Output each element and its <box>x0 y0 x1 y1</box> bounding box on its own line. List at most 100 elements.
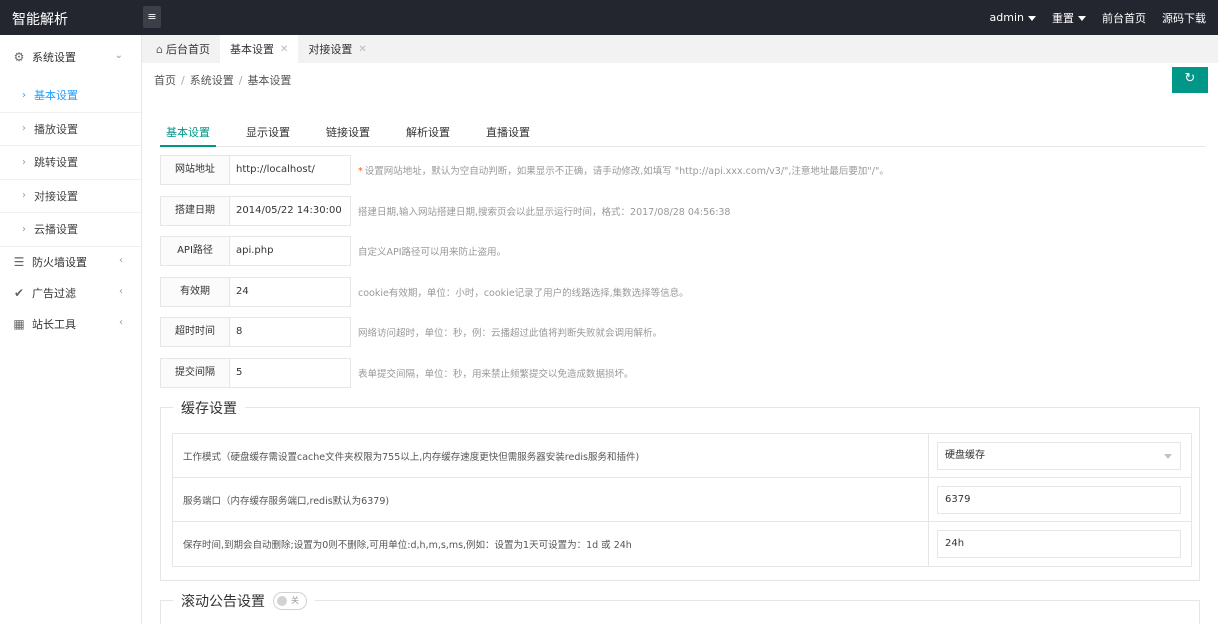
api-path-input[interactable]: api.php <box>230 236 351 266</box>
header-nav: admin 重置 前台首页 源码下载 <box>990 0 1206 35</box>
sidebar-item-cloud[interactable]: › 云播设置 <box>0 213 141 247</box>
timeout-input[interactable]: 8 <box>230 317 351 347</box>
sidebar-group-firewall[interactable]: ☰ 防火墙设置 ‹ <box>0 247 141 278</box>
sidebar-group-label: 系统设置 <box>32 51 76 64</box>
tab-home[interactable]: ⌂ 后台首页 <box>146 35 220 63</box>
breadcrumb: 首页 / 系统设置 / 基本设置 <box>154 72 291 88</box>
form-row-build-date: 搭建日期 2014/05/22 14:30:00 搭建日期,输入网站搭建日期,搜… <box>160 195 1205 226</box>
user-menu[interactable]: admin <box>990 11 1036 24</box>
field-label: 搭建日期 <box>160 195 230 226</box>
sidebar-item-label: 跳转设置 <box>34 156 78 170</box>
sidebar-item-dock[interactable]: › 对接设置 <box>0 180 141 213</box>
table-cell: 硬盘缓存 <box>929 434 1191 477</box>
breadcrumb-system[interactable]: 系统设置 <box>190 74 234 87</box>
breadcrumb-home[interactable]: 首页 <box>154 74 176 87</box>
grid-icon: ▦ <box>13 317 25 331</box>
chevron-left-icon: ‹ <box>119 285 123 297</box>
chevron-left-icon: ‹ <box>119 254 123 266</box>
notice-settings-title: 滚动公告设置 关 <box>173 591 315 611</box>
sidebar-group-tools[interactable]: ▦ 站长工具 ‹ <box>0 309 141 340</box>
cache-settings-table: 工作模式（硬盘缓存需设置cache文件夹权限为755以上,内存缓存速度更快但需服… <box>172 433 1192 567</box>
reset-label: 重置 <box>1052 11 1074 25</box>
sidebar-item-basic[interactable]: › 基本设置 <box>0 79 141 113</box>
settings-subtabs: 基本设置 显示设置 链接设置 解析设置 直播设置 <box>160 120 1205 147</box>
table-cell: 24h <box>929 522 1191 566</box>
cache-ttl-input[interactable]: 24h <box>937 530 1181 558</box>
field-hint: 自定义API路径可以用来防止盗用。 <box>358 247 507 258</box>
subtab-display[interactable]: 显示设置 <box>240 120 296 146</box>
subtab-link[interactable]: 链接设置 <box>320 120 376 146</box>
check-circle-icon: ✔ <box>13 286 25 300</box>
sidebar-group-label: 防火墙设置 <box>32 256 87 269</box>
breadcrumb-current: 基本设置 <box>247 74 292 87</box>
sidebar-group-ad[interactable]: ✔ 广告过滤 ‹ <box>0 278 141 309</box>
form-row-site-url: 网站地址 http://localhost/ * 设置网站地址，默认为空自动判断，… <box>160 155 1205 185</box>
subtab-basic[interactable]: 基本设置 <box>160 120 216 147</box>
cache-mode-label: 工作模式（硬盘缓存需设置cache文件夹权限为755以上,内存缓存速度更快但需服… <box>173 434 929 477</box>
sidebar-group-system[interactable]: ⚙ 系统设置 ⌄ <box>0 35 141 79</box>
page-tabs: ⌂ 后台首页 基本设置 ✕ 对接设置 ✕ <box>142 35 1218 63</box>
reset-menu[interactable]: 重置 <box>1052 10 1086 26</box>
field-label: API路径 <box>160 236 230 266</box>
submit-interval-input[interactable]: 5 <box>230 357 351 388</box>
sidebar-item-play[interactable]: › 播放设置 <box>0 113 141 146</box>
subtab-parse[interactable]: 解析设置 <box>400 120 456 146</box>
sidebar-item-jump[interactable]: › 跳转设置 <box>0 146 141 180</box>
field-hint: cookie有效期，单位：小时，cookie记录了用户的线路选择,集数选择等信息… <box>358 287 689 299</box>
front-page-link[interactable]: 前台首页 <box>1102 10 1146 26</box>
field-hint: 网络访问超时，单位：秒，例：云播超过此值将判断失败就会调用解析。 <box>358 328 663 339</box>
chevron-down-icon <box>1028 15 1036 21</box>
sidebar-group-label: 广告过滤 <box>32 287 76 300</box>
form-row-api-path: API路径 api.php 自定义API路径可以用来防止盗用。 <box>160 236 1205 266</box>
form-row-timeout: 超时时间 8 网络访问超时，单位：秒，例：云播超过此值将判断失败就会调用解析。 <box>160 317 1205 347</box>
tab-label: 后台首页 <box>165 43 210 56</box>
notice-toggle[interactable]: 关 <box>273 592 307 610</box>
main-content: 首页 / 系统设置 / 基本设置 ↻ 基本设置 显示设置 链接设置 解析设置 直播设置 … <box>142 63 1218 624</box>
validity-input[interactable]: 24 <box>230 276 351 307</box>
chevron-right-icon: › <box>22 89 26 101</box>
chevron-left-icon: ‹ <box>119 316 123 328</box>
tab-basic[interactable]: 基本设置 ✕ <box>219 35 299 63</box>
breadcrumb-separator: / <box>181 74 185 87</box>
cache-settings-title: 缓存设置 <box>173 398 245 418</box>
notice-settings-fieldset: 滚动公告设置 关 <box>160 591 1200 624</box>
subtab-live[interactable]: 直播设置 <box>480 120 536 146</box>
chevron-right-icon: › <box>22 123 26 135</box>
download-link[interactable]: 源码下载 <box>1162 10 1206 26</box>
field-hint: * 设置网站地址，默认为空自动判断，如果显示不正确，请手动修改,如填写 "http… <box>358 163 889 177</box>
tab-dock[interactable]: 对接设置 ✕ <box>298 35 376 63</box>
cache-ttl-label: 保存时间,到期会自动删除;设置为0则不删除,可用单位:d,h,m,s,ms,例如… <box>173 522 929 566</box>
home-icon: ⌂ <box>156 42 163 56</box>
tab-label: 基本设置 <box>229 43 274 56</box>
basic-settings-form: 网站地址 http://localhost/ * 设置网站地址，默认为空自动判断，… <box>160 155 1205 398</box>
sidebar-item-label: 基本设置 <box>34 89 78 103</box>
form-row-validity: 有效期 24 cookie有效期，单位：小时，cookie记录了用户的线路选择,… <box>160 276 1205 307</box>
sidebar: ⚙ 系统设置 ⌄ › 基本设置 › 播放设置 › 跳转设置 › 对接设置 › 云播设置 ☰… <box>0 35 142 624</box>
list-filter-icon: ☰ <box>13 255 25 269</box>
refresh-icon: ↻ <box>1184 71 1196 86</box>
chevron-right-icon: › <box>22 190 26 202</box>
select-value: 硬盘缓存 <box>945 449 985 461</box>
notice-title-text: 滚动公告设置 <box>181 594 265 610</box>
breadcrumb-separator: / <box>238 74 243 87</box>
chevron-down-icon: ⌄ <box>114 50 123 61</box>
field-label: 超时时间 <box>160 317 230 347</box>
close-icon[interactable]: ✕ <box>280 44 288 55</box>
app-logo[interactable]: 智能解析 <box>12 9 68 29</box>
chevron-right-icon: › <box>22 223 26 235</box>
chevron-down-icon <box>1078 16 1086 21</box>
close-icon[interactable]: ✕ <box>358 44 366 55</box>
field-label: 有效期 <box>160 276 230 307</box>
cache-mode-select[interactable]: 硬盘缓存 <box>937 441 1181 470</box>
cache-port-input[interactable]: 6379 <box>937 485 1181 514</box>
menu-icon[interactable]: ≡ <box>143 6 161 28</box>
field-hint: 搭建日期,输入网站搭建日期,搜索页会以此显示运行时间，格式：2017/08/28… <box>358 206 731 218</box>
sidebar-group-label: 站长工具 <box>32 318 76 331</box>
toggle-text: 关 <box>291 596 299 605</box>
site-url-input[interactable]: http://localhost/ <box>230 155 351 185</box>
dropdown-arrow-icon <box>1164 453 1172 459</box>
refresh-button[interactable]: ↻ <box>1172 67 1208 93</box>
field-hint: 表单提交间隔，单位：秒，用来禁止频繁提交以免造成数据损坏。 <box>358 368 634 380</box>
build-date-input[interactable]: 2014/05/22 14:30:00 <box>230 195 351 226</box>
cache-settings-fieldset: 缓存设置 工作模式（硬盘缓存需设置cache文件夹权限为755以上,内存缓存速度… <box>160 398 1200 581</box>
